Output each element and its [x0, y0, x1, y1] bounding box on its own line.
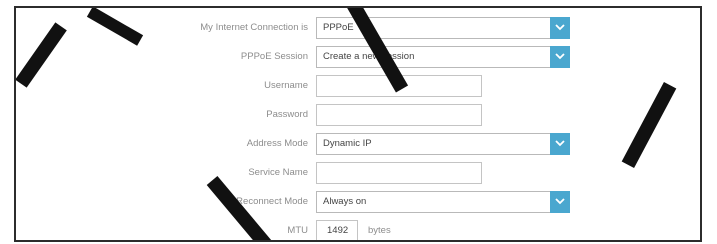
mtu-unit: bytes	[368, 225, 391, 236]
service-name-label: Service Name	[248, 167, 308, 178]
reconnect-mode-label: Reconnect Mode	[236, 196, 308, 207]
settings-panel: My Internet Connection is PPPoE PPPoE Se…	[14, 6, 702, 242]
session-select[interactable]: Create a new session	[316, 46, 570, 68]
session-value: Create a new session	[323, 51, 415, 62]
address-mode-label: Address Mode	[246, 138, 308, 149]
watermark-stroke	[16, 22, 67, 88]
address-mode-select[interactable]: Dynamic IP	[316, 133, 570, 155]
mtu-field[interactable]: 1492	[316, 220, 358, 240]
session-label: PPPoE Session	[240, 51, 308, 62]
connection-type-value: PPPoE	[323, 22, 354, 33]
service-name-field[interactable]	[316, 162, 482, 184]
password-label: Password	[266, 109, 308, 120]
chevron-down-icon[interactable]	[550, 191, 570, 213]
watermark-stroke	[621, 81, 677, 169]
mtu-label: MTU	[287, 225, 308, 236]
address-mode-value: Dynamic IP	[323, 138, 372, 149]
password-field[interactable]	[316, 104, 482, 126]
chevron-down-icon[interactable]	[550, 17, 570, 39]
username-label: Username	[264, 80, 308, 91]
chevron-down-icon[interactable]	[550, 46, 570, 68]
reconnect-mode-select[interactable]: Always on	[316, 191, 570, 213]
chevron-down-icon[interactable]	[550, 133, 570, 155]
reconnect-mode-value: Always on	[323, 196, 367, 207]
